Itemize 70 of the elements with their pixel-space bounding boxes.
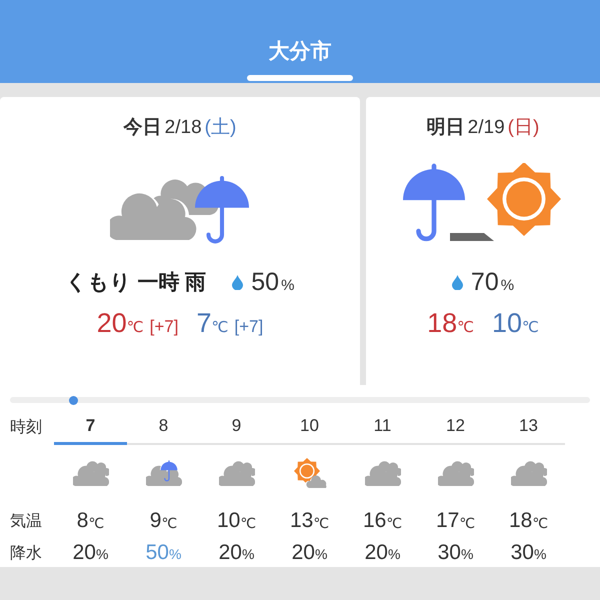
celsius-unit: ℃: [386, 515, 402, 532]
hour-temperature: 13: [290, 509, 314, 533]
hour-rain-chance: 20: [292, 541, 315, 565]
percent-unit: %: [388, 546, 400, 562]
weekday-label: (日): [508, 116, 540, 140]
temperature-difference: [+7]: [234, 317, 264, 337]
high-temperature: 18: [427, 308, 458, 339]
date-label: 2/18: [164, 117, 202, 139]
rain-chance: 50: [251, 268, 280, 296]
cloud-icon: [72, 460, 108, 488]
hour-temperature: 17: [436, 509, 460, 533]
hour-temperature: 16: [362, 509, 386, 533]
hour-tab[interactable]: 12: [419, 409, 492, 445]
celsius-unit: ℃: [459, 515, 476, 532]
row-label: 気温: [10, 512, 43, 532]
scroll-track[interactable]: [10, 397, 590, 403]
celsius-unit: ℃: [88, 515, 104, 532]
weekday-label: (土): [204, 116, 236, 140]
sun-cloud-icon: [292, 458, 328, 490]
temperature-difference: [+7]: [150, 317, 178, 337]
hour-tab[interactable]: 13: [492, 409, 565, 445]
hour-temperature: 8: [76, 509, 88, 533]
hour-rain-chance: 50: [146, 541, 169, 565]
high-temperature: 20: [96, 308, 127, 339]
hour-temperature: 9: [150, 509, 162, 533]
hour-rain-chance: 20: [218, 541, 242, 565]
raindrop-icon: [232, 274, 244, 290]
day-label: 明日: [426, 116, 465, 140]
hour-tab[interactable]: 10: [273, 409, 346, 445]
percent-unit: %: [242, 546, 254, 562]
low-temperature: 10: [492, 308, 522, 339]
hour-tab[interactable]: 9: [200, 409, 273, 445]
percent-unit: %: [168, 546, 182, 562]
celsius-unit: ℃: [522, 318, 539, 336]
weather-text: くもり 一時 雨: [66, 270, 206, 296]
row-label: 降水: [10, 544, 43, 564]
hour-tab[interactable]: 11: [346, 409, 419, 445]
cloud-icon: [510, 460, 546, 488]
percent-unit: %: [281, 276, 294, 294]
raindrop-icon: [452, 274, 463, 290]
low-temperature: 7: [196, 308, 212, 339]
rain-chance: 70: [470, 268, 499, 296]
celsius-unit: ℃: [240, 515, 256, 532]
percent-unit: %: [96, 546, 108, 562]
percent-unit: %: [314, 546, 328, 562]
hour-temperature: 10: [216, 509, 240, 533]
percent-unit: %: [534, 546, 546, 562]
hour-rain-chance: 30: [510, 541, 534, 565]
day-label: 今日: [124, 116, 162, 140]
hour-rain-chance: 20: [364, 541, 388, 565]
hour-rain-chance: 20: [72, 541, 96, 565]
celsius-unit: ℃: [313, 515, 330, 532]
hour-tab[interactable]: 8: [127, 409, 200, 445]
cloud-umbrella-icon: [146, 460, 182, 488]
celsius-unit: ℃: [532, 515, 548, 532]
date-label: 2/19: [468, 117, 505, 139]
hour-tab[interactable]: 7: [54, 409, 127, 445]
hour-rain-chance: 30: [438, 541, 461, 565]
celsius-unit: ℃: [457, 318, 474, 336]
hour-temperature: 18: [508, 509, 532, 533]
cloud-icon: [438, 460, 474, 488]
celsius-unit: ℃: [161, 515, 178, 532]
celsius-unit: ℃: [126, 318, 144, 336]
celsius-unit: ℃: [212, 318, 228, 336]
percent-unit: %: [460, 546, 474, 562]
row-label: 時刻: [10, 418, 43, 438]
cloud-icon: [218, 460, 254, 488]
cloud-icon: [364, 460, 400, 488]
scroll-thumb[interactable]: [69, 396, 78, 405]
percent-unit: %: [500, 276, 514, 294]
